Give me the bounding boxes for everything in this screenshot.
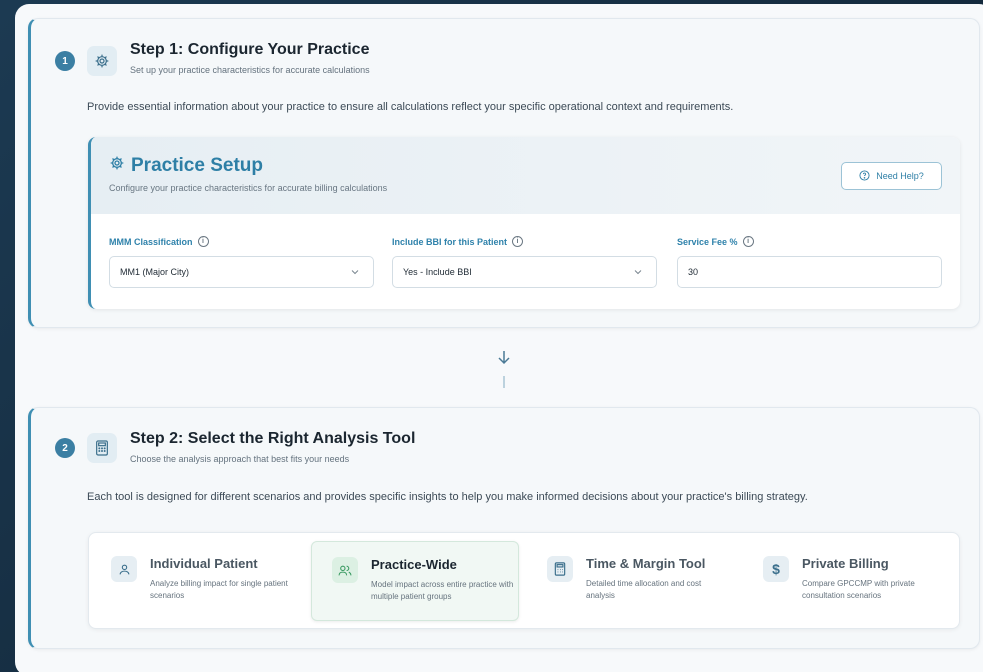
users-icon [332, 557, 358, 583]
tool-description: Model impact across entire practice with… [371, 580, 514, 602]
service-fee-label: Service Fee % i [677, 236, 754, 247]
step2-description: Each tool is designed for different scen… [87, 491, 808, 503]
analysis-tools-panel: Individual Patient Analyze billing impac… [88, 532, 960, 629]
user-icon [111, 556, 137, 582]
mmm-classification-label: MMM Classification i [109, 236, 209, 247]
info-icon[interactable]: i [197, 236, 209, 247]
service-fee-label-text: Service Fee % [677, 236, 738, 247]
arrow-down-icon [498, 351, 510, 388]
bbi-selected-value: Yes - Include BBI [403, 267, 472, 277]
practice-setup-title-text: Practice Setup [131, 155, 263, 176]
tool-title: Time & Margin Tool [586, 556, 706, 571]
need-help-button[interactable]: Need Help? [841, 162, 942, 190]
step1-card: 1 Step 1: Configure Your Practice Set up… [28, 18, 980, 328]
tool-title: Private Billing [802, 556, 889, 571]
practice-setup-title: Practice Setup [109, 155, 263, 177]
tool-title: Practice-Wide [371, 557, 457, 572]
tool-practice-wide[interactable]: Practice-Wide Model impact across entire… [311, 541, 519, 621]
info-icon[interactable]: i [512, 236, 524, 247]
step2-subtitle: Choose the analysis approach that best f… [130, 454, 350, 464]
chevron-down-icon [634, 270, 642, 275]
calculator-icon [547, 556, 573, 582]
calculator-icon [87, 433, 117, 463]
service-fee-value: 30 [688, 267, 699, 277]
include-bbi-label: Include BBI for this Patient i [392, 236, 524, 247]
tool-description: Detailed time allocation and cost analys… [586, 579, 702, 601]
tool-private-billing[interactable]: $ Private Billing Compare GPCCMP with pr… [743, 541, 951, 621]
step2-number-badge: 2 [55, 438, 75, 458]
mmm-classification-select[interactable]: MM1 (Major City) [109, 256, 374, 288]
practice-setup-panel: Practice Setup Configure your practice c… [88, 137, 960, 309]
tool-description: Analyze billing impact for single patien… [150, 579, 288, 601]
step2-title: Step 2: Select the Right Analysis Tool [130, 430, 416, 447]
help-circle-icon [859, 169, 870, 183]
mmm-label-text: MMM Classification [109, 236, 193, 247]
step1-number-badge: 1 [55, 51, 75, 71]
step1-description: Provide essential information about your… [87, 101, 734, 113]
step1-subtitle: Set up your practice characteristics for… [130, 65, 370, 75]
tool-description: Compare GPCCMP with private consultation… [802, 579, 915, 601]
tool-individual-patient[interactable]: Individual Patient Analyze billing impac… [91, 541, 299, 621]
step1-title: Step 1: Configure Your Practice [130, 41, 370, 58]
info-icon[interactable]: i [742, 236, 754, 247]
tool-title: Individual Patient [150, 556, 258, 571]
need-help-label: Need Help? [876, 171, 924, 181]
tool-time-margin[interactable]: Time & Margin Tool Detailed time allocat… [527, 541, 735, 621]
gear-icon [109, 155, 125, 177]
practice-setup-subtitle: Configure your practice characteristics … [109, 183, 388, 193]
mmm-selected-value: MM1 (Major City) [120, 267, 189, 277]
dollar-icon: $ [763, 556, 789, 582]
step-connector [497, 349, 511, 391]
include-bbi-select[interactable]: Yes - Include BBI [392, 256, 657, 288]
service-fee-input[interactable]: 30 [677, 256, 942, 288]
bbi-label-text: Include BBI for this Patient [392, 236, 508, 247]
chevron-down-icon [351, 270, 359, 275]
gear-icon [87, 46, 117, 76]
step2-card: 2 Step 2: Select the Right Analysis Tool… [28, 407, 980, 649]
